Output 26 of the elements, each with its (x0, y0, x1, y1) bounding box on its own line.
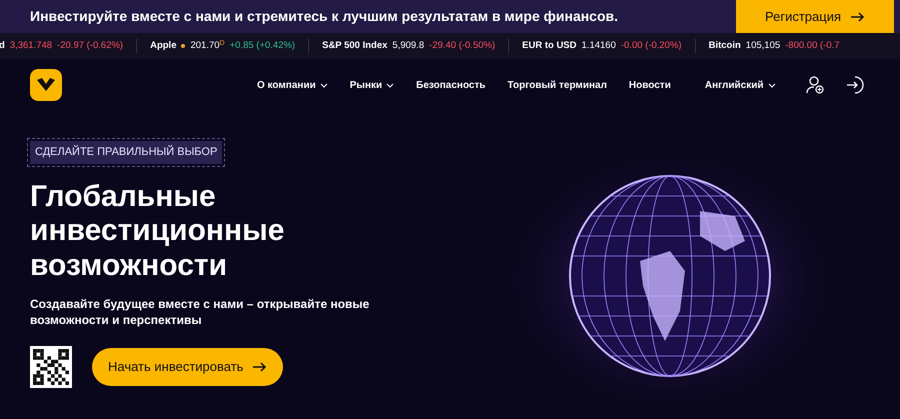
register-button[interactable]: Регистрация (736, 0, 894, 33)
ticker-name: Bitcoin (708, 38, 741, 53)
nav-link[interactable]: Рынки (350, 78, 394, 92)
nav-link[interactable]: Новости (628, 78, 671, 92)
banner-text: Инвестируйте вместе с нами и стремитесь к лучшим результатам в мире финансов. (30, 7, 618, 26)
ticker-change: -0.00 (-0.20%) (620, 38, 682, 53)
language-selector[interactable]: Английский (704, 78, 776, 92)
ticker-change: -29.40 (-0.50%) (429, 38, 496, 53)
nav-link[interactable]: О компании (257, 78, 328, 92)
nav-link[interactable]: Торговый терминал (508, 78, 607, 92)
ticker-price: 3,361.748 (10, 38, 52, 53)
ticker-name: EUR to USD (522, 38, 577, 53)
ticker-change: +0.85 (+0.42%) (230, 38, 296, 53)
ticker-price: 105,105 (746, 38, 780, 53)
ticker-price: 201.70 (190, 38, 220, 53)
ticker-name: Apple (150, 38, 176, 53)
ticker-name: S&P 500 Index (322, 38, 388, 53)
nav-link[interactable]: Безопасность (416, 78, 486, 92)
hero-subtitle: Создавайте будущее вместе с нами – открывайте новые возможности и перспективы (30, 297, 370, 328)
ticker-change: -20.97 (-0.62%) (57, 38, 124, 53)
hero-title: Глобальные инвестиционные возможности (30, 180, 286, 283)
ticker-change: -800.00 (-0.7 (785, 38, 840, 53)
start-investing-button[interactable]: Начать инвестировать (92, 348, 284, 386)
ticker-price: 1.14160 (582, 38, 616, 53)
ticker-price: 5,909.8 (392, 38, 424, 53)
tagline-badge: СДЕЛАЙТЕ ПРАВИЛЬНЫЙ ВЫБОР (30, 141, 222, 164)
